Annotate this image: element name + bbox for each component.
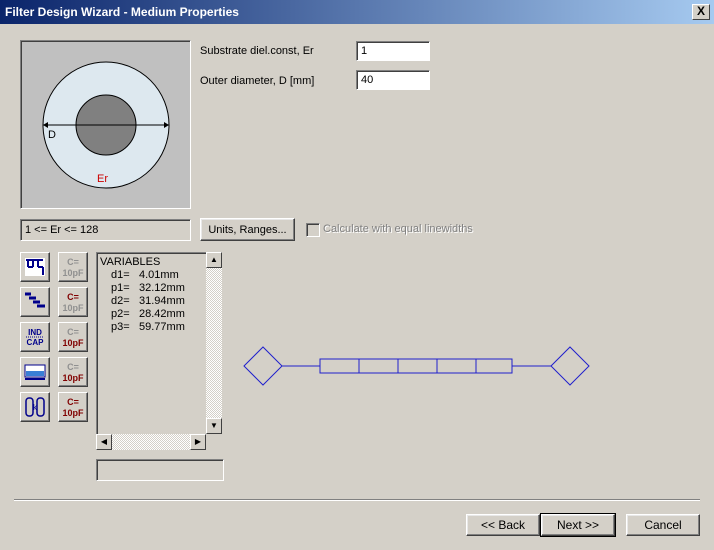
- list-item: d2= 31.94mm: [111, 295, 185, 307]
- arrow-up-icon: ▲: [210, 255, 218, 264]
- microstrip-icon: [24, 364, 46, 380]
- vertical-scrollbar[interactable]: ▲ ▼: [206, 252, 222, 434]
- capacitor-button-4[interactable]: C= 10pF: [58, 357, 88, 387]
- capacitor-button-1[interactable]: C= 10pF: [58, 252, 88, 282]
- units-ranges-label: Units, Ranges...: [208, 224, 287, 236]
- ind-label: IND: [28, 328, 42, 337]
- variables-header: VARIABLES: [100, 256, 161, 268]
- range-text: 1 <= Er <= 128: [25, 224, 99, 236]
- arrow-left-icon: ◀: [100, 437, 108, 446]
- input-port: [243, 346, 283, 386]
- diameter-input[interactable]: [356, 70, 430, 90]
- ind-cap-icon: IND CAP: [26, 328, 45, 347]
- equal-linewidths-checkbox[interactable]: [306, 223, 320, 237]
- er-field-label: Substrate diel.const, Er: [200, 45, 314, 57]
- window-title: Filter Design Wizard - Medium Properties: [5, 5, 239, 19]
- list-item: p2= 28.42mm: [111, 308, 185, 320]
- diameter-label: D: [48, 129, 56, 141]
- capacitor-icon: C= 10pF: [62, 327, 84, 348]
- svg-text:10pF: 10pF: [62, 303, 84, 313]
- layout-icon: [25, 292, 45, 308]
- coax-icon: k: [25, 397, 45, 417]
- topology-icon: [25, 258, 45, 276]
- capacitor-icon: C= 10pF: [62, 362, 84, 383]
- resonator-1: [319, 358, 360, 374]
- ind-cap-button[interactable]: IND CAP: [20, 322, 50, 352]
- horizontal-scrollbar[interactable]: ◀ ▶: [96, 434, 206, 450]
- resonator-2: [358, 358, 399, 374]
- list-item: p3= 59.77mm: [111, 321, 185, 333]
- scroll-corner: [206, 434, 222, 450]
- cap-label: CAP: [27, 338, 45, 347]
- list-item: p1= 32.12mm: [111, 282, 185, 294]
- svg-text:C=: C=: [67, 257, 79, 267]
- units-ranges-button[interactable]: Units, Ranges...: [200, 218, 295, 241]
- capacitor-icon: C= 10pF: [62, 292, 84, 313]
- capacitor-icon: C= 10pF: [62, 257, 84, 278]
- svg-text:C=: C=: [67, 292, 79, 302]
- list-item: d1= 4.01mm: [111, 269, 179, 281]
- svg-text:10pF: 10pF: [62, 373, 84, 383]
- capacitor-button-3[interactable]: C= 10pF: [58, 322, 88, 352]
- svg-text:10pF: 10pF: [62, 408, 84, 418]
- bottom-separator: [14, 499, 700, 501]
- back-label: << Back: [480, 518, 526, 532]
- cancel-label: Cancel: [644, 518, 682, 532]
- d-field-label: Outer diameter, D [mm]: [200, 75, 315, 87]
- capacitor-button-5[interactable]: C= 10pF: [58, 392, 88, 422]
- title-bar: Filter Design Wizard - Medium Properties…: [0, 0, 714, 24]
- cancel-button[interactable]: Cancel: [626, 514, 700, 536]
- next-button[interactable]: Next >>: [540, 513, 616, 537]
- scroll-left-button[interactable]: ◀: [96, 434, 112, 450]
- svg-text:C=: C=: [67, 397, 79, 407]
- back-button[interactable]: << Back: [466, 514, 540, 536]
- output-port: [550, 346, 590, 386]
- arrow-right-icon: ▶: [194, 437, 202, 446]
- filter-schematic: [243, 346, 590, 386]
- coax-button[interactable]: k: [20, 392, 50, 422]
- capacitor-icon: C= 10pF: [62, 397, 84, 418]
- er-input[interactable]: [356, 41, 430, 61]
- microstrip-button[interactable]: [20, 357, 50, 387]
- close-icon: X: [696, 4, 705, 18]
- arrow-down-icon: ▼: [210, 421, 218, 430]
- topology-button[interactable]: [20, 252, 50, 282]
- svg-text:C=: C=: [67, 362, 79, 372]
- svg-text:C=: C=: [67, 327, 79, 337]
- close-button[interactable]: X: [692, 4, 710, 20]
- variables-list[interactable]: VARIABLES d1= 4.01mm p1= 32.12mm d2= 31.94m…: [96, 252, 208, 436]
- er-label: Er: [97, 173, 108, 185]
- resonator-5: [475, 358, 513, 374]
- scroll-up-button[interactable]: ▲: [206, 252, 222, 268]
- capacitor-button-2[interactable]: C= 10pF: [58, 287, 88, 317]
- scroll-right-button[interactable]: ▶: [190, 434, 206, 450]
- layout-button[interactable]: [20, 287, 50, 317]
- next-label: Next >>: [556, 518, 600, 532]
- range-display: 1 <= Er <= 128: [20, 219, 191, 241]
- resonator-4: [436, 358, 477, 374]
- scroll-down-button[interactable]: ▼: [206, 418, 222, 434]
- coax-diagram: D Er: [20, 40, 191, 209]
- resonator-3: [397, 358, 438, 374]
- svg-text:10pF: 10pF: [62, 338, 84, 348]
- svg-text:10pF: 10pF: [62, 268, 84, 278]
- variable-edit-box[interactable]: [96, 459, 224, 481]
- equal-linewidths-label: Calculate with equal linewidths: [323, 223, 473, 235]
